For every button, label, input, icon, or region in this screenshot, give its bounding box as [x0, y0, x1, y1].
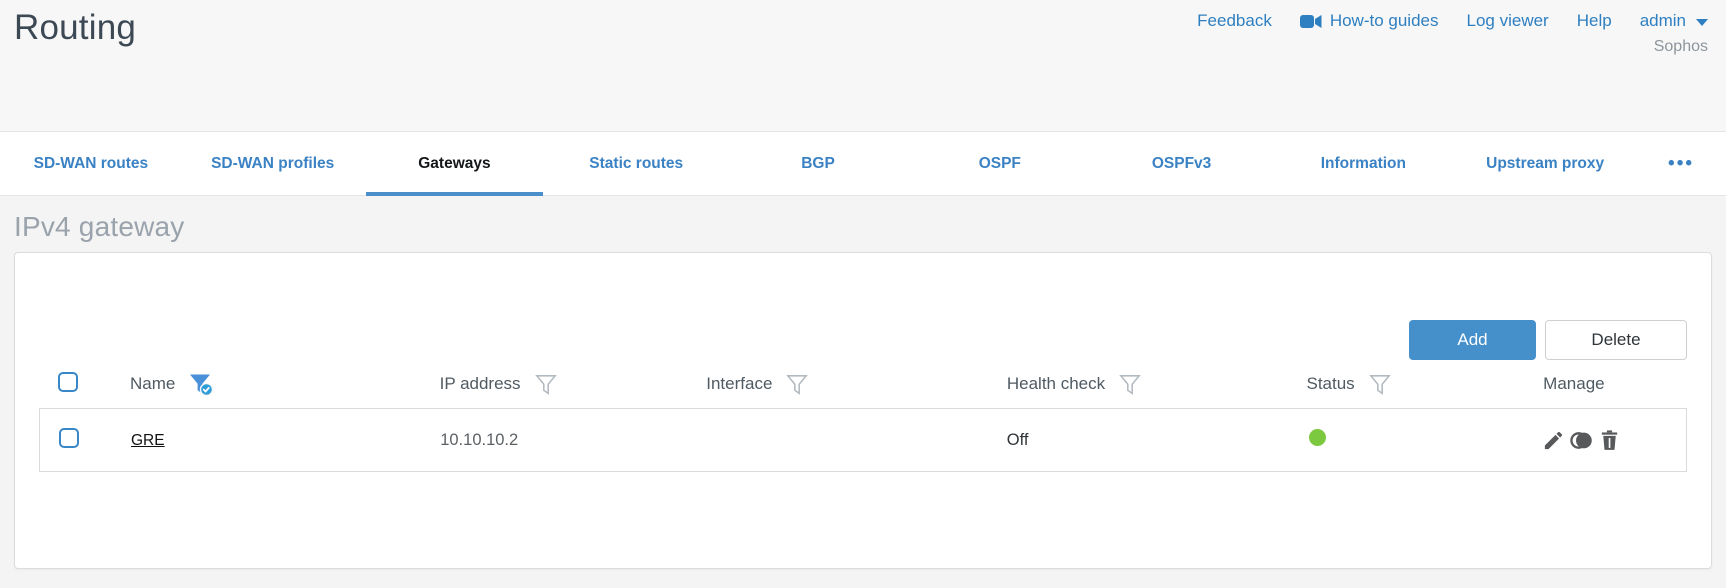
column-label-manage: Manage — [1543, 374, 1605, 393]
section-title: IPv4 gateway — [14, 211, 185, 242]
table-header-row: Name IP address Interface Health check S… — [39, 360, 1687, 408]
column-label-name: Name — [130, 374, 176, 393]
add-button[interactable]: Add — [1409, 320, 1536, 360]
filter-icon[interactable] — [534, 374, 557, 395]
tab-ospf[interactable]: OSPF — [909, 132, 1091, 195]
user-menu[interactable]: admin — [1640, 11, 1708, 31]
feedback-link[interactable]: Feedback — [1197, 11, 1272, 31]
column-header-ip: IP address — [440, 374, 707, 395]
chevron-down-icon — [1696, 18, 1708, 26]
page-title: Routing — [14, 8, 137, 47]
howto-guides-label: How-to guides — [1329, 11, 1439, 30]
column-label-ip: IP address — [439, 374, 521, 393]
tab-bgp[interactable]: BGP — [727, 132, 909, 195]
video-camera-icon — [1299, 14, 1322, 29]
status-indicator — [1308, 429, 1326, 446]
cell-manage — [1542, 429, 1686, 452]
more-tabs-button[interactable]: ••• — [1636, 132, 1726, 195]
select-all-checkbox[interactable] — [58, 371, 78, 392]
column-header-name: Name — [130, 373, 440, 396]
tab-ospfv3[interactable]: OSPFv3 — [1091, 132, 1273, 195]
column-header-health-check: Health check — [1007, 374, 1307, 395]
edit-icon[interactable] — [1542, 429, 1565, 452]
filter-active-icon[interactable] — [189, 373, 214, 396]
cell-status — [1306, 429, 1542, 451]
table-toolbar: Add Delete — [39, 253, 1687, 360]
row-checkbox[interactable] — [59, 427, 79, 448]
filter-icon[interactable] — [1119, 374, 1141, 395]
tab-information[interactable]: Information — [1272, 132, 1454, 195]
filter-icon[interactable] — [1368, 374, 1391, 395]
header-right: Feedback How-to guides Log viewer Help a… — [1197, 6, 1708, 56]
column-header-status: Status — [1306, 374, 1543, 395]
help-link[interactable]: Help — [1577, 11, 1612, 31]
cell-ip: 10.10.10.2 — [440, 430, 519, 449]
tab-bar: SD-WAN routes SD-WAN profiles Gateways S… — [0, 131, 1726, 196]
tab-static-routes[interactable]: Static routes — [545, 132, 727, 195]
column-header-manage: Manage — [1543, 374, 1687, 394]
filter-icon[interactable] — [786, 374, 809, 395]
row-checkbox-cell — [40, 427, 131, 453]
tab-sdwan-routes[interactable]: SD-WAN routes — [0, 132, 182, 195]
page-header: Routing Feedback How-to guides Log viewe… — [0, 0, 1726, 131]
column-label-status: Status — [1306, 374, 1355, 393]
main-content: IPv4 gateway Add Delete Name IP address … — [0, 211, 1726, 569]
user-menu-label: admin — [1639, 11, 1686, 30]
cell-name: GRE — [131, 431, 440, 450]
howto-guides-link[interactable]: How-to guides — [1299, 11, 1439, 31]
header-checkbox-cell — [39, 371, 130, 397]
table-row: GRE 10.10.10.2 Off — [40, 409, 1686, 471]
column-header-interface: Interface — [706, 374, 1007, 395]
tab-upstream-proxy[interactable]: Upstream proxy — [1454, 132, 1636, 195]
column-label-health-check: Health check — [1006, 374, 1106, 393]
clone-icon[interactable] — [1569, 429, 1594, 452]
table-body: GRE 10.10.10.2 Off — [39, 408, 1687, 472]
gateway-name-link[interactable]: GRE — [131, 432, 165, 449]
column-label-interface: Interface — [706, 374, 773, 393]
log-viewer-link[interactable]: Log viewer — [1467, 11, 1549, 31]
delete-button[interactable]: Delete — [1545, 320, 1687, 360]
tab-gateways[interactable]: Gateways — [364, 132, 546, 196]
top-links: Feedback How-to guides Log viewer Help a… — [1197, 11, 1708, 31]
cell-health-check: Off — [1006, 430, 1029, 449]
tab-sdwan-profiles[interactable]: SD-WAN profiles — [182, 132, 364, 195]
delete-icon[interactable] — [1598, 429, 1621, 452]
brand-label: Sophos — [1653, 38, 1708, 55]
gateway-table-card: Add Delete Name IP address Interface Hea… — [14, 252, 1712, 569]
